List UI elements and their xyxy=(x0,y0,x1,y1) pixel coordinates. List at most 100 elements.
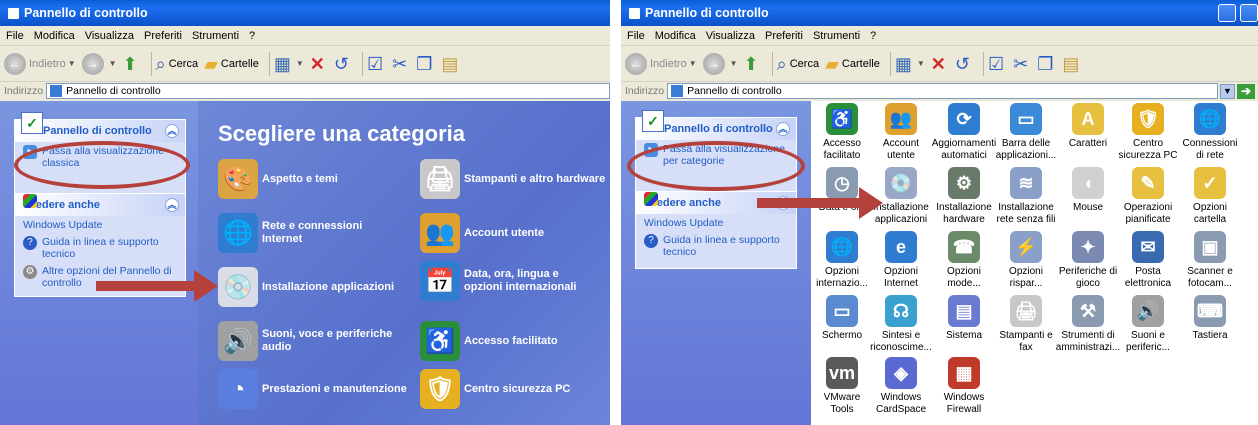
copy-button[interactable]: ❐ xyxy=(1037,55,1056,73)
maximize-button[interactable] xyxy=(1240,4,1258,22)
undo-button[interactable]: ↺ xyxy=(334,55,352,73)
minimize-button[interactable] xyxy=(1218,4,1236,22)
search-button[interactable]: ⌕ Cerca xyxy=(777,55,819,73)
control-panel-item[interactable]: ⌨ Tastiera xyxy=(1179,295,1241,342)
mouse-icon: ◖ xyxy=(1072,167,1104,199)
menu-file[interactable]: File xyxy=(627,30,645,42)
control-panel-item[interactable]: ⚡ Opzioni rispar... xyxy=(995,231,1057,290)
see-also-link[interactable]: ? Guida in linea e supporto tecnico xyxy=(15,233,185,262)
address-input[interactable]: Pannello di controllo xyxy=(46,83,610,99)
properties-button[interactable]: ☑ xyxy=(367,55,386,73)
control-panel-item[interactable]: ⟳ Aggiornamenti automatici xyxy=(932,103,996,162)
category-printers[interactable]: 🖨 Stampanti e altro hardware xyxy=(420,159,610,199)
cut-button[interactable]: ✂ xyxy=(1013,55,1031,73)
address-dropdown-icon[interactable]: ▼ xyxy=(1220,83,1235,99)
wireless-icon: ≋ xyxy=(1010,167,1042,199)
menu-strumenti[interactable]: Strumenti xyxy=(813,30,860,42)
control-panel-item[interactable]: 🖨 Stampanti e fax xyxy=(995,295,1057,354)
control-panel-item[interactable]: ⚙ Installazione hardware xyxy=(933,167,995,226)
control-panel-icon xyxy=(8,7,19,19)
control-panel-item[interactable]: ✦ Periferiche di gioco xyxy=(1057,231,1119,290)
control-panel-item[interactable]: 👥 Account utente xyxy=(870,103,932,162)
category-security-center[interactable]: 🛡 Centro sicurezza PC xyxy=(420,369,610,409)
folders-button[interactable]: ▰ Cartelle xyxy=(825,55,880,73)
control-panel-item[interactable]: ◈ Windows CardSpace xyxy=(870,357,932,416)
control-panel-item[interactable]: ✓ Opzioni cartella xyxy=(1179,167,1241,226)
see-also-link[interactable]: Windows Update xyxy=(15,194,185,233)
control-panel-item[interactable]: ▭ Schermo xyxy=(811,295,873,342)
back-button[interactable]: ← Indietro ▼ xyxy=(625,52,697,75)
menu-modifica[interactable]: Modifica xyxy=(655,30,696,42)
menu-preferiti[interactable]: Preferiti xyxy=(765,30,803,42)
back-button[interactable]: ← Indietro ▼ xyxy=(4,52,76,75)
control-panel-item[interactable]: ☎ Opzioni mode... xyxy=(933,231,995,290)
control-panel-item[interactable]: ⚒ Strumenti di amministrazi... xyxy=(1056,295,1120,354)
item-label: Periferiche di gioco xyxy=(1058,266,1118,289)
folders-button[interactable]: ▰ Cartelle xyxy=(204,55,259,73)
control-panel-item[interactable]: ✉ Posta elettronica xyxy=(1117,231,1179,290)
copy-icon: ❐ xyxy=(1037,53,1054,74)
control-panel-item[interactable]: ▦ Windows Firewall xyxy=(933,357,995,416)
views-button[interactable]: ▦ ▼ xyxy=(274,55,304,73)
control-panel-item[interactable]: e Opzioni Internet xyxy=(870,231,932,290)
up-button[interactable]: ⬆ xyxy=(123,55,141,73)
item-label: Connessioni di rete xyxy=(1182,138,1238,161)
menu-visualizza[interactable]: Visualizza xyxy=(85,30,134,42)
forward-button[interactable]: → ▼ xyxy=(81,52,117,75)
category-network[interactable]: 🌐 Rete e connessioni Internet xyxy=(218,213,398,253)
collapse-chevron-icon[interactable]: ︽ xyxy=(776,122,790,136)
collapse-chevron-icon[interactable]: ︽ xyxy=(165,198,179,212)
control-panel-item[interactable]: ☊ Sintesi e riconoscime... xyxy=(870,295,932,354)
menu-strumenti[interactable]: Strumenti xyxy=(192,30,239,42)
control-panel-item[interactable]: A Caratteri xyxy=(1057,103,1119,150)
control-panel-item[interactable]: ▤ Sistema xyxy=(933,295,995,342)
properties-button[interactable]: ☑ xyxy=(988,55,1007,73)
menu-help[interactable]: ? xyxy=(249,30,255,42)
control-panel-item[interactable]: ▣ Scanner e fotocam... xyxy=(1179,231,1241,290)
control-panel-item[interactable]: 🌐 Connessioni di rete xyxy=(1179,103,1241,162)
paste-button[interactable]: ▤ xyxy=(441,55,461,73)
collapse-chevron-icon[interactable]: ︽ xyxy=(165,124,179,138)
control-panel-item[interactable]: ♿ Accesso facilitato xyxy=(811,103,873,162)
control-panel-item[interactable]: ≋ Installazione rete senza fili xyxy=(995,167,1057,226)
paste-button[interactable]: ▤ xyxy=(1062,55,1082,73)
category-install-apps[interactable]: 💿 Installazione applicazioni xyxy=(218,267,398,307)
delete-button[interactable]: ✕ xyxy=(931,55,949,73)
menu-help[interactable]: ? xyxy=(870,30,876,42)
category-sounds[interactable]: 🔊 Suoni, voce e periferiche audio xyxy=(218,321,408,361)
delete-icon: ✕ xyxy=(930,53,946,74)
control-panel-item[interactable]: ◖ Mouse xyxy=(1057,167,1119,214)
search-button[interactable]: ⌕ Cerca xyxy=(156,55,198,73)
category-accessibility[interactable]: ♿ Accesso facilitato xyxy=(420,321,610,361)
category-user-accounts[interactable]: 👥 Account utente xyxy=(420,213,610,253)
see-also-link[interactable]: ? Guida in linea e supporto tecnico xyxy=(636,231,796,260)
category-appearance[interactable]: 🎨 Aspetto e temi xyxy=(218,159,398,199)
menu-visualizza[interactable]: Visualizza xyxy=(706,30,755,42)
control-panel-item[interactable]: 🔊 Suoni e periferic... xyxy=(1117,295,1179,354)
printer-icon: 🖨 xyxy=(420,159,460,199)
see-also-link[interactable]: Windows Update xyxy=(636,192,796,231)
address-input[interactable]: Pannello di controllo xyxy=(667,83,1218,99)
up-button[interactable]: ⬆ xyxy=(744,55,762,73)
control-panel-item[interactable]: ▭ Barra delle applicazioni... xyxy=(995,103,1057,162)
go-arrow-icon[interactable]: ➔ xyxy=(1237,83,1255,99)
menu-preferiti[interactable]: Preferiti xyxy=(144,30,182,42)
copy-button[interactable]: ❐ xyxy=(416,55,435,73)
forward-button[interactable]: → ▼ xyxy=(702,52,738,75)
category-area: Scegliere una categoria 🎨 Aspetto e temi… xyxy=(198,101,610,425)
category-performance[interactable]: ◔ Prestazioni e manutenzione xyxy=(218,369,408,409)
control-panel-item[interactable]: 🛡 Centro sicurezza PC xyxy=(1117,103,1179,162)
control-panel-item[interactable]: vm VMware Tools xyxy=(811,357,873,416)
views-button[interactable]: ▦ ▼ xyxy=(895,55,925,73)
menu-modifica[interactable]: Modifica xyxy=(34,30,75,42)
control-panel-item[interactable]: ✎ Operazioni pianificate xyxy=(1117,167,1179,226)
install-icon: 💿 xyxy=(885,167,917,199)
menu-file[interactable]: File xyxy=(6,30,24,42)
category-date-time[interactable]: 📅 Data, ora, lingua e opzioni internazio… xyxy=(420,261,590,301)
delete-button[interactable]: ✕ xyxy=(310,55,328,73)
speech-icon: ☊ xyxy=(885,295,917,327)
cut-button[interactable]: ✂ xyxy=(392,55,410,73)
control-panel-item[interactable]: 🌐 Opzioni internazio... xyxy=(811,231,873,290)
undo-button[interactable]: ↺ xyxy=(955,55,973,73)
window-title: Pannello di controllo xyxy=(24,6,148,20)
